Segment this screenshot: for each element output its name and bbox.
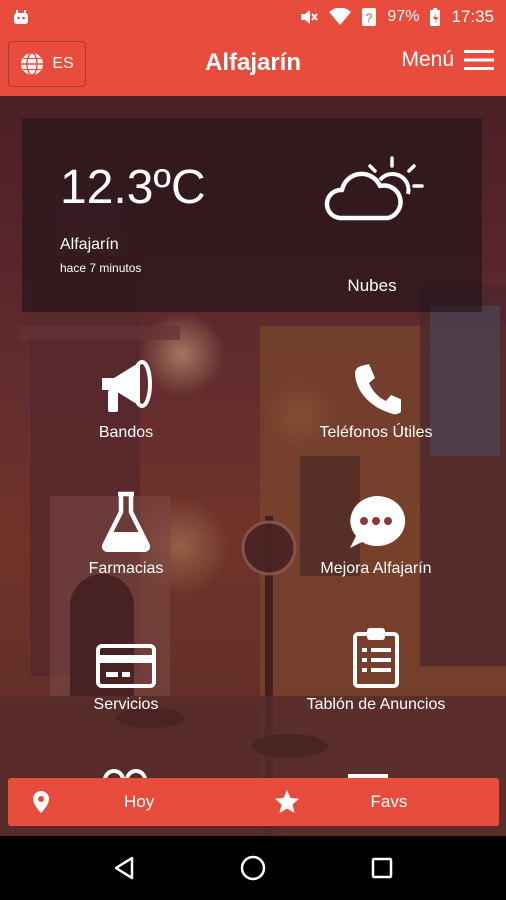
bottom-nav: Hoy Favs xyxy=(8,778,499,826)
system-nav-bar xyxy=(0,836,506,900)
tile-label: Bandos xyxy=(98,424,154,441)
nav-today-label: Hoy xyxy=(124,792,155,811)
home-content: 12.3ºC Alfajarín hace 7 minutos Nubes Ba… xyxy=(0,96,506,836)
wifi-icon xyxy=(329,8,352,25)
clock: 17:35 xyxy=(451,7,494,26)
nav-favs-label: Favs xyxy=(370,792,408,811)
weather-condition: Nubes xyxy=(347,276,397,295)
menu-label: Menú xyxy=(401,48,454,71)
nav-today[interactable]: Hoy xyxy=(8,778,254,826)
weather-updated: hace 7 minutos xyxy=(60,261,142,275)
android-icon xyxy=(14,10,28,24)
tile-servicios[interactable]: Servicios xyxy=(16,620,236,714)
location-pin-icon xyxy=(33,791,49,813)
nav-favs[interactable]: Favs xyxy=(254,778,500,826)
tile-mejora[interactable]: Mejora Alfajarín xyxy=(266,484,486,578)
tile-label: Tablón de Anuncios xyxy=(306,696,446,713)
weather-widget[interactable]: 12.3ºC Alfajarín hace 7 minutos Nubes xyxy=(22,118,482,312)
weather-location: Alfajarín xyxy=(60,236,119,253)
language-code: ES xyxy=(52,55,74,72)
app-bar: ES Alfajarín Menú xyxy=(0,34,506,96)
status-bar: ? 97% 17:35 xyxy=(0,0,506,34)
tile-label: Mejora Alfajarín xyxy=(320,560,432,577)
recents-icon[interactable] xyxy=(371,857,393,879)
mute-icon xyxy=(301,10,319,24)
tile-label: Farmacias xyxy=(88,560,164,577)
tile-bandos[interactable]: Bandos xyxy=(16,348,236,442)
tile-farmacias[interactable]: Farmacias xyxy=(16,484,236,578)
tile-label: Teléfonos Útiles xyxy=(319,424,433,441)
svg-text:?: ? xyxy=(366,11,373,25)
menu-button[interactable]: Menú xyxy=(401,48,494,72)
phone-icon xyxy=(355,364,401,415)
language-button[interactable]: ES xyxy=(8,41,86,87)
tile-tablon[interactable]: Tablón de Anuncios xyxy=(266,620,486,714)
clipboard-icon xyxy=(353,628,399,688)
credit-card-icon xyxy=(96,644,156,688)
tile-label: Servicios xyxy=(93,696,159,713)
chat-bubble-icon xyxy=(350,495,406,548)
star-icon xyxy=(274,790,299,813)
home-icon[interactable] xyxy=(240,855,266,881)
battery-charging-icon xyxy=(430,8,441,26)
globe-icon xyxy=(21,52,44,76)
back-icon[interactable] xyxy=(113,856,135,880)
megaphone-icon xyxy=(102,360,152,412)
hamburger-icon xyxy=(464,50,494,70)
signal-icon: ? xyxy=(362,8,377,26)
battery-percent: 97% xyxy=(387,8,420,25)
temperature: 12.3ºC xyxy=(60,161,206,214)
flask-icon xyxy=(101,491,151,552)
cloud-sun-icon xyxy=(324,156,424,221)
tile-telefonos[interactable]: Teléfonos Útiles xyxy=(266,348,486,442)
